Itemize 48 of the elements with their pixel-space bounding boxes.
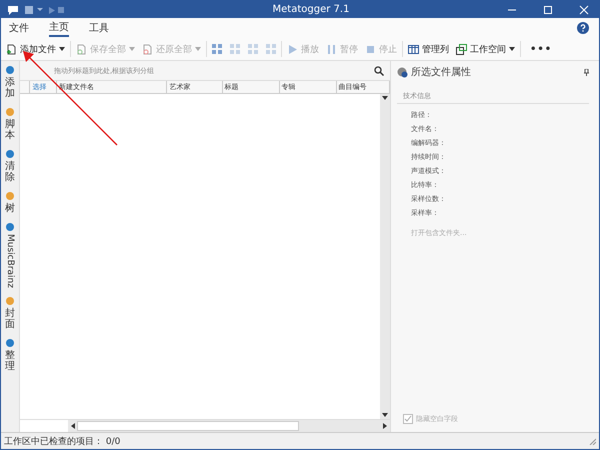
- close-icon[interactable]: [579, 4, 589, 14]
- file-icon: [142, 44, 153, 54]
- status-text: 工作区中已检查的项目： 0/0: [4, 436, 120, 448]
- menu-tab[interactable]: 工具: [89, 20, 109, 36]
- more-button[interactable]: •••: [524, 44, 558, 54]
- windows-icon: [456, 44, 467, 54]
- caret-icon[interactable]: [59, 47, 65, 51]
- sidebar-tab[interactable]: 添加: [5, 65, 15, 99]
- check-icon: [404, 415, 412, 423]
- info-disc-icon: [397, 66, 408, 78]
- columns-icon: [408, 44, 419, 54]
- sidebar-tab[interactable]: 整理: [5, 338, 15, 372]
- play-icon: [287, 44, 298, 54]
- sidebar-tab[interactable]: 封面: [5, 296, 15, 330]
- pause-icon: [326, 44, 337, 54]
- sidebar-tab[interactable]: 脚本: [5, 107, 15, 141]
- caret-icon[interactable]: [509, 47, 515, 51]
- file-plus-icon: [6, 44, 17, 54]
- toolbar-button[interactable]: 管理列: [406, 40, 451, 58]
- scroll-down-icon[interactable]: [382, 413, 388, 417]
- circle-icon: [5, 107, 15, 117]
- sidebar-tab[interactable]: 清除: [5, 149, 15, 183]
- maximize-icon[interactable]: [543, 4, 553, 14]
- horizontal-scrollbar[interactable]: [68, 420, 390, 432]
- circle-icon: [5, 191, 15, 201]
- vertical-scrollbar[interactable]: [380, 94, 390, 419]
- circle-icon: [5, 338, 15, 348]
- circle-icon: [5, 222, 15, 232]
- resize-grip-icon[interactable]: [588, 437, 596, 445]
- toolbar-button[interactable]: 工作空间: [454, 40, 517, 58]
- circle-icon: [5, 149, 15, 159]
- scroll-left-icon[interactable]: [71, 423, 75, 429]
- panel-title: 所选文件属性: [411, 66, 471, 79]
- search-icon[interactable]: [374, 66, 384, 76]
- scroll-right-icon[interactable]: [383, 423, 387, 429]
- stop-icon: [365, 44, 376, 54]
- help-icon[interactable]: [577, 22, 589, 34]
- circle-icon: [5, 65, 15, 75]
- menu-tab[interactable]: 文件: [9, 20, 29, 36]
- file-icon: [76, 44, 87, 54]
- quick-access-icon[interactable]: [25, 4, 65, 14]
- circle-icon: [5, 296, 15, 306]
- toolbar-button[interactable]: 添加文件: [4, 40, 67, 58]
- sidebar-tab[interactable]: MusicBrainz: [5, 222, 15, 288]
- app-icon: [7, 4, 19, 16]
- window-title: Metatogger 7.1: [272, 4, 350, 15]
- pin-icon[interactable]: [584, 68, 589, 76]
- sidebar-tab[interactable]: 树: [5, 191, 15, 214]
